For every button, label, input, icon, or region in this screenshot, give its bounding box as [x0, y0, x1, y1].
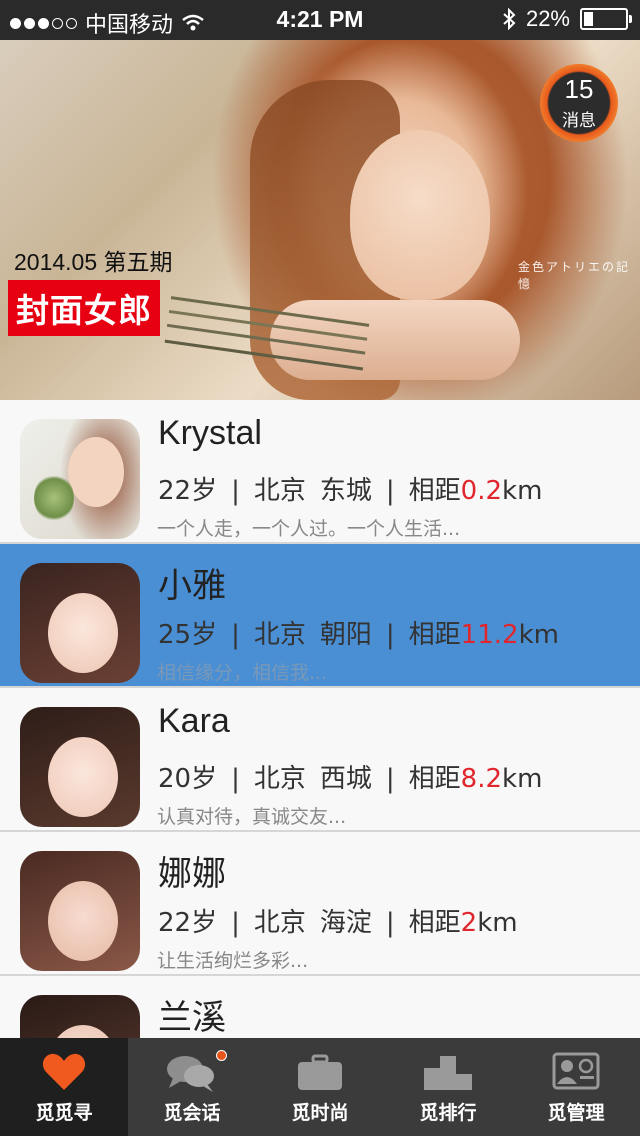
chat-bubbles-icon	[167, 1056, 214, 1092]
user-name: 兰溪	[158, 999, 226, 1037]
list-item[interactable]: 兰溪	[0, 976, 640, 1038]
status-bar: 中国移动 4:21 PM 22%	[0, 0, 640, 40]
podium-icon	[424, 1056, 472, 1090]
tab-bar: 觅觅寻 觅会话 觅时尚 觅排行 觅管理	[0, 1038, 640, 1136]
cover-girl-label: 封面女郎	[8, 280, 160, 336]
tab-manage[interactable]: 觅管理	[512, 1038, 640, 1136]
messages-badge-button[interactable]: 15 消息	[540, 64, 618, 142]
user-list[interactable]: Krystal 22岁 | 北京 东城 | 相距0.2km 一个人走，一个人过。一个人生活…	[0, 400, 640, 1038]
user-signature: 一个人走，一个人过。一个人生活...	[157, 518, 461, 540]
user-name: 小雅	[158, 567, 226, 605]
user-name: Kara	[158, 702, 230, 740]
tab-label: 觅会话	[163, 1102, 221, 1124]
battery-icon	[580, 8, 632, 30]
list-item[interactable]: Krystal 22岁 | 北京 东城 | 相距0.2km 一个人走，一个人过。一个人生活…	[0, 400, 640, 544]
user-name: 娜娜	[158, 855, 226, 893]
tab-label: 觅时尚	[291, 1102, 349, 1124]
tab-search[interactable]: 觅觅寻	[0, 1038, 128, 1136]
user-name: Krystal	[158, 414, 262, 452]
user-signature: 相信缘分，相信我...	[157, 662, 328, 684]
tab-chat[interactable]: 觅会话	[128, 1038, 256, 1136]
photo-watermark: 金色アトリエの記憶	[518, 260, 631, 291]
distance-value: 11.2	[460, 620, 519, 650]
user-signature: 认真对待，真诚交友...	[157, 806, 347, 828]
contact-card-icon	[552, 1052, 600, 1090]
tab-fashion[interactable]: 觅时尚	[256, 1038, 384, 1136]
issue-label: 2014.05 第五期	[14, 249, 173, 275]
list-item[interactable]: 娜娜 22岁 | 北京 海淀 | 相距2km 让生活绚烂多彩...	[0, 832, 640, 976]
avatar	[20, 851, 140, 971]
avatar	[20, 707, 140, 827]
avatar	[20, 995, 140, 1038]
avatar	[20, 419, 140, 539]
battery-percent: 22%	[525, 6, 570, 31]
message-count: 15	[564, 74, 594, 104]
heart-icon	[42, 1053, 86, 1090]
distance-value: 8.2	[460, 764, 503, 794]
user-info: 20岁 | 北京 西城 | 相距8.2km	[158, 764, 543, 794]
message-label: 消息	[562, 111, 596, 130]
bluetooth-icon	[503, 8, 516, 30]
user-signature: 让生活绚烂多彩...	[157, 950, 309, 972]
briefcase-icon	[298, 1054, 342, 1090]
user-info: 25岁 | 北京 朝阳 | 相距11.2km	[158, 620, 559, 650]
tab-ranking[interactable]: 觅排行	[384, 1038, 512, 1136]
user-info: 22岁 | 北京 东城 | 相距0.2km	[158, 476, 543, 506]
list-item[interactable]: 小雅 25岁 | 北京 朝阳 | 相距11.2km 相信缘分，相信我...	[0, 544, 640, 688]
user-info: 22岁 | 北京 海淀 | 相距2km	[158, 908, 518, 938]
unread-dot-icon	[216, 1050, 227, 1061]
tab-label: 觅觅寻	[35, 1102, 93, 1124]
tab-label: 觅管理	[547, 1102, 605, 1124]
distance-value: 2	[460, 908, 478, 938]
distance-value: 0.2	[460, 476, 503, 506]
list-item[interactable]: Kara 20岁 | 北京 西城 | 相距8.2km 认真对待，真诚交友...	[0, 688, 640, 832]
avatar	[20, 563, 140, 683]
tab-label: 觅排行	[419, 1102, 477, 1124]
